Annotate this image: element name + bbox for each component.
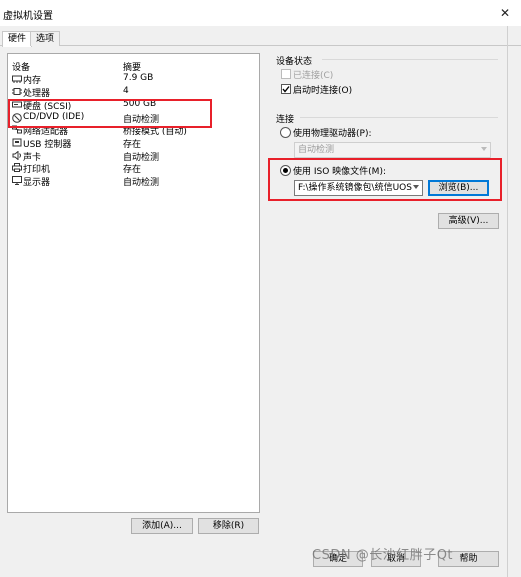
- device-row-sound-card[interactable]: 声卡 自动检测: [12, 150, 252, 163]
- window-title: 虚拟机设置: [3, 11, 53, 22]
- column-header-device: 设备: [12, 63, 31, 73]
- speaker-icon: [12, 150, 22, 161]
- device-summary: 存在: [123, 165, 142, 175]
- physical-drive-value: 自动检测: [298, 145, 335, 155]
- device-row-printer[interactable]: 打印机 存在: [12, 162, 252, 175]
- title-bar: [0, 0, 521, 26]
- highlight-box-cd-dvd: [8, 99, 212, 128]
- memory-icon: [12, 74, 22, 83]
- tab-options[interactable]: 选项: [30, 31, 61, 46]
- device-row-processor[interactable]: 处理器 4: [12, 86, 252, 99]
- column-header-summary: 摘要: [123, 63, 142, 73]
- device-row-display[interactable]: 显示器 自动检测: [12, 175, 252, 188]
- physical-drive-select[interactable]: 自动检测: [294, 142, 491, 158]
- group-divider: [300, 117, 498, 118]
- printer-icon: [12, 163, 22, 172]
- usb-icon: [12, 138, 22, 147]
- highlight-box-iso: [268, 158, 502, 201]
- device-name: 打印机: [23, 165, 51, 175]
- monitor-icon: [12, 176, 22, 185]
- tab-divider: [0, 45, 521, 46]
- connection-title: 连接: [276, 115, 295, 125]
- tab-hardware[interactable]: 硬件: [2, 31, 33, 47]
- physical-drive-radio[interactable]: [280, 127, 291, 138]
- cpu-icon: [12, 87, 22, 96]
- device-name: USB 控制器: [23, 140, 72, 150]
- connect-on-start-label: 启动时连接(O): [293, 86, 353, 96]
- close-icon[interactable]: ✕: [498, 6, 512, 20]
- group-divider: [322, 59, 498, 60]
- connect-on-start-checkbox[interactable]: [281, 84, 291, 94]
- physical-drive-label: 使用物理驱动器(P):: [293, 129, 372, 139]
- chevron-down-icon: [481, 147, 487, 151]
- watermark-text: CSDN @长沙红胖子Qt: [312, 548, 454, 563]
- device-name: 处理器: [23, 89, 51, 99]
- device-name: 内存: [23, 76, 42, 86]
- device-summary: 7.9 GB: [123, 73, 154, 83]
- device-summary: 4: [123, 86, 129, 96]
- connected-label: 已连接(C): [293, 71, 334, 81]
- remove-device-button[interactable]: 移除(R): [198, 518, 259, 534]
- window-edge: [507, 26, 508, 577]
- device-row-memory[interactable]: 内存 7.9 GB: [12, 73, 252, 86]
- add-device-button[interactable]: 添加(A)...: [131, 518, 193, 534]
- device-status-title: 设备状态: [276, 57, 313, 67]
- device-summary: 存在: [123, 140, 142, 150]
- device-summary: 自动检测: [123, 178, 160, 188]
- advanced-button[interactable]: 高级(V)...: [438, 213, 499, 229]
- device-row-usb-controller[interactable]: USB 控制器 存在: [12, 137, 252, 150]
- connected-checkbox[interactable]: [281, 69, 291, 79]
- device-name: 显示器: [23, 178, 51, 188]
